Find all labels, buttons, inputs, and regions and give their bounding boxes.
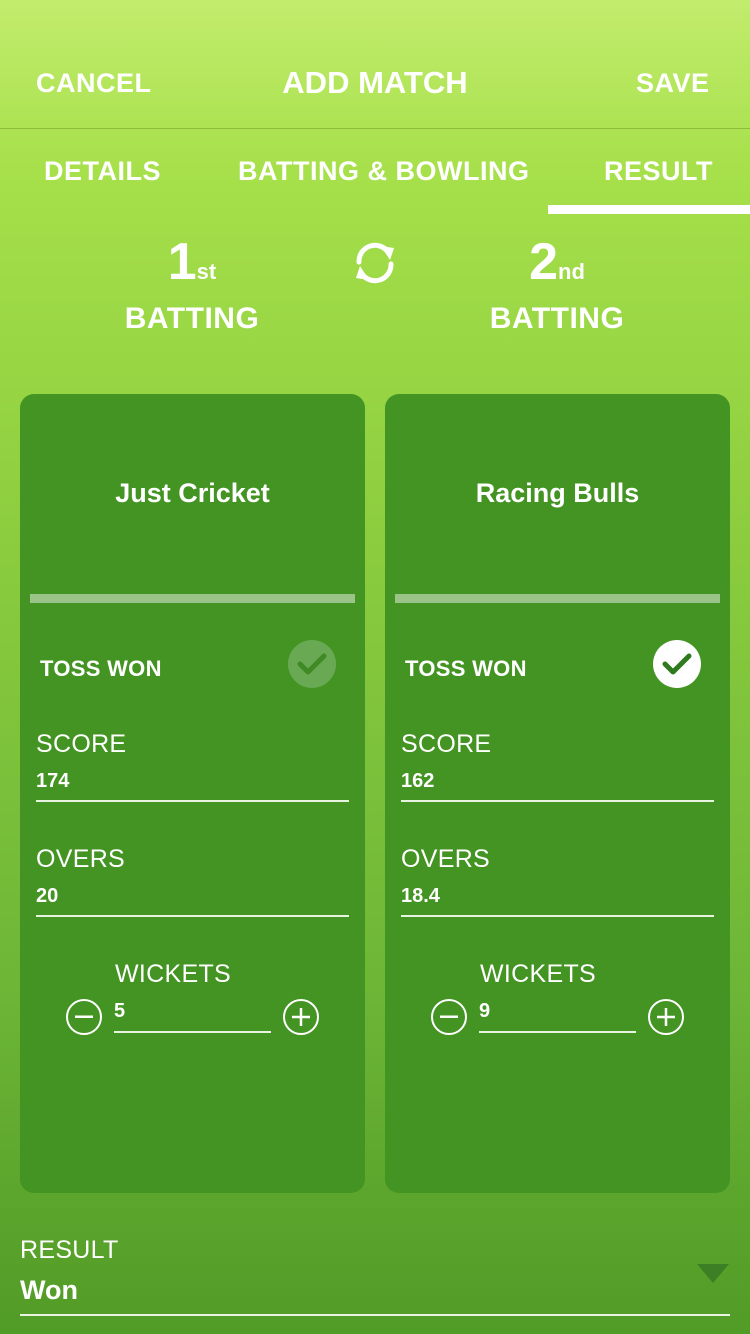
result-underline (20, 1314, 730, 1316)
toss-won-label: TOSS WON (40, 656, 162, 681)
score-underline (401, 800, 714, 802)
wickets-decrement-button[interactable] (66, 999, 102, 1035)
dropdown-arrow-icon[interactable] (697, 1264, 729, 1283)
first-batting-ordinal: 1st (92, 232, 292, 292)
tab-batting-bowling[interactable]: BATTING & BOWLING (238, 156, 529, 187)
result-label: RESULT (20, 1236, 119, 1264)
overs-input[interactable]: 20 (36, 885, 58, 908)
score-input[interactable]: 174 (36, 770, 69, 793)
active-tab-indicator (548, 205, 750, 214)
ordinal-number: 2 (529, 233, 559, 291)
score-label: SCORE (401, 730, 492, 758)
card-divider (30, 594, 355, 603)
toss-won-check-icon[interactable] (288, 640, 336, 688)
team-name: Racing Bulls (475, 478, 640, 508)
overs-underline (401, 915, 714, 917)
team-card-first: Just Cricket TOSS WON SCORE 174 OVERS 20… (20, 394, 365, 1193)
overs-label: OVERS (401, 845, 491, 873)
wickets-underline (479, 1031, 636, 1033)
header-divider (0, 128, 750, 129)
result-select[interactable]: Won (20, 1275, 78, 1306)
wickets-decrement-button[interactable] (431, 999, 467, 1035)
team-name: Just Cricket (115, 478, 270, 508)
ordinal-suffix: st (196, 259, 217, 284)
second-batting-ordinal: 2nd (457, 232, 657, 292)
ordinal-number: 1 (167, 233, 197, 291)
score-input[interactable]: 162 (401, 770, 434, 793)
toss-won-label: TOSS WON (405, 656, 527, 681)
wickets-input[interactable]: 5 (114, 1000, 125, 1023)
wickets-label: WICKETS (115, 960, 231, 988)
wickets-label: WICKETS (480, 960, 596, 988)
team-card-second: Racing Bulls TOSS WON SCORE 162 OVERS 18… (385, 394, 730, 1193)
score-underline (36, 800, 349, 802)
ordinal-suffix: nd (558, 259, 585, 284)
second-batting-label: BATTING (489, 302, 625, 335)
card-divider (395, 594, 720, 603)
wickets-increment-button[interactable] (648, 999, 684, 1035)
wickets-underline (114, 1031, 271, 1033)
toss-won-check-icon[interactable] (653, 640, 701, 688)
overs-underline (36, 915, 349, 917)
score-label: SCORE (36, 730, 127, 758)
wickets-input[interactable]: 9 (479, 1000, 490, 1023)
save-button[interactable]: SAVE (636, 68, 710, 99)
first-batting-label: BATTING (124, 302, 260, 335)
tab-details[interactable]: DETAILS (44, 156, 161, 187)
tab-result[interactable]: RESULT (604, 156, 713, 187)
wickets-increment-button[interactable] (283, 999, 319, 1035)
overs-label: OVERS (36, 845, 126, 873)
swap-icon[interactable] (350, 238, 400, 288)
overs-input[interactable]: 18.4 (401, 885, 440, 908)
